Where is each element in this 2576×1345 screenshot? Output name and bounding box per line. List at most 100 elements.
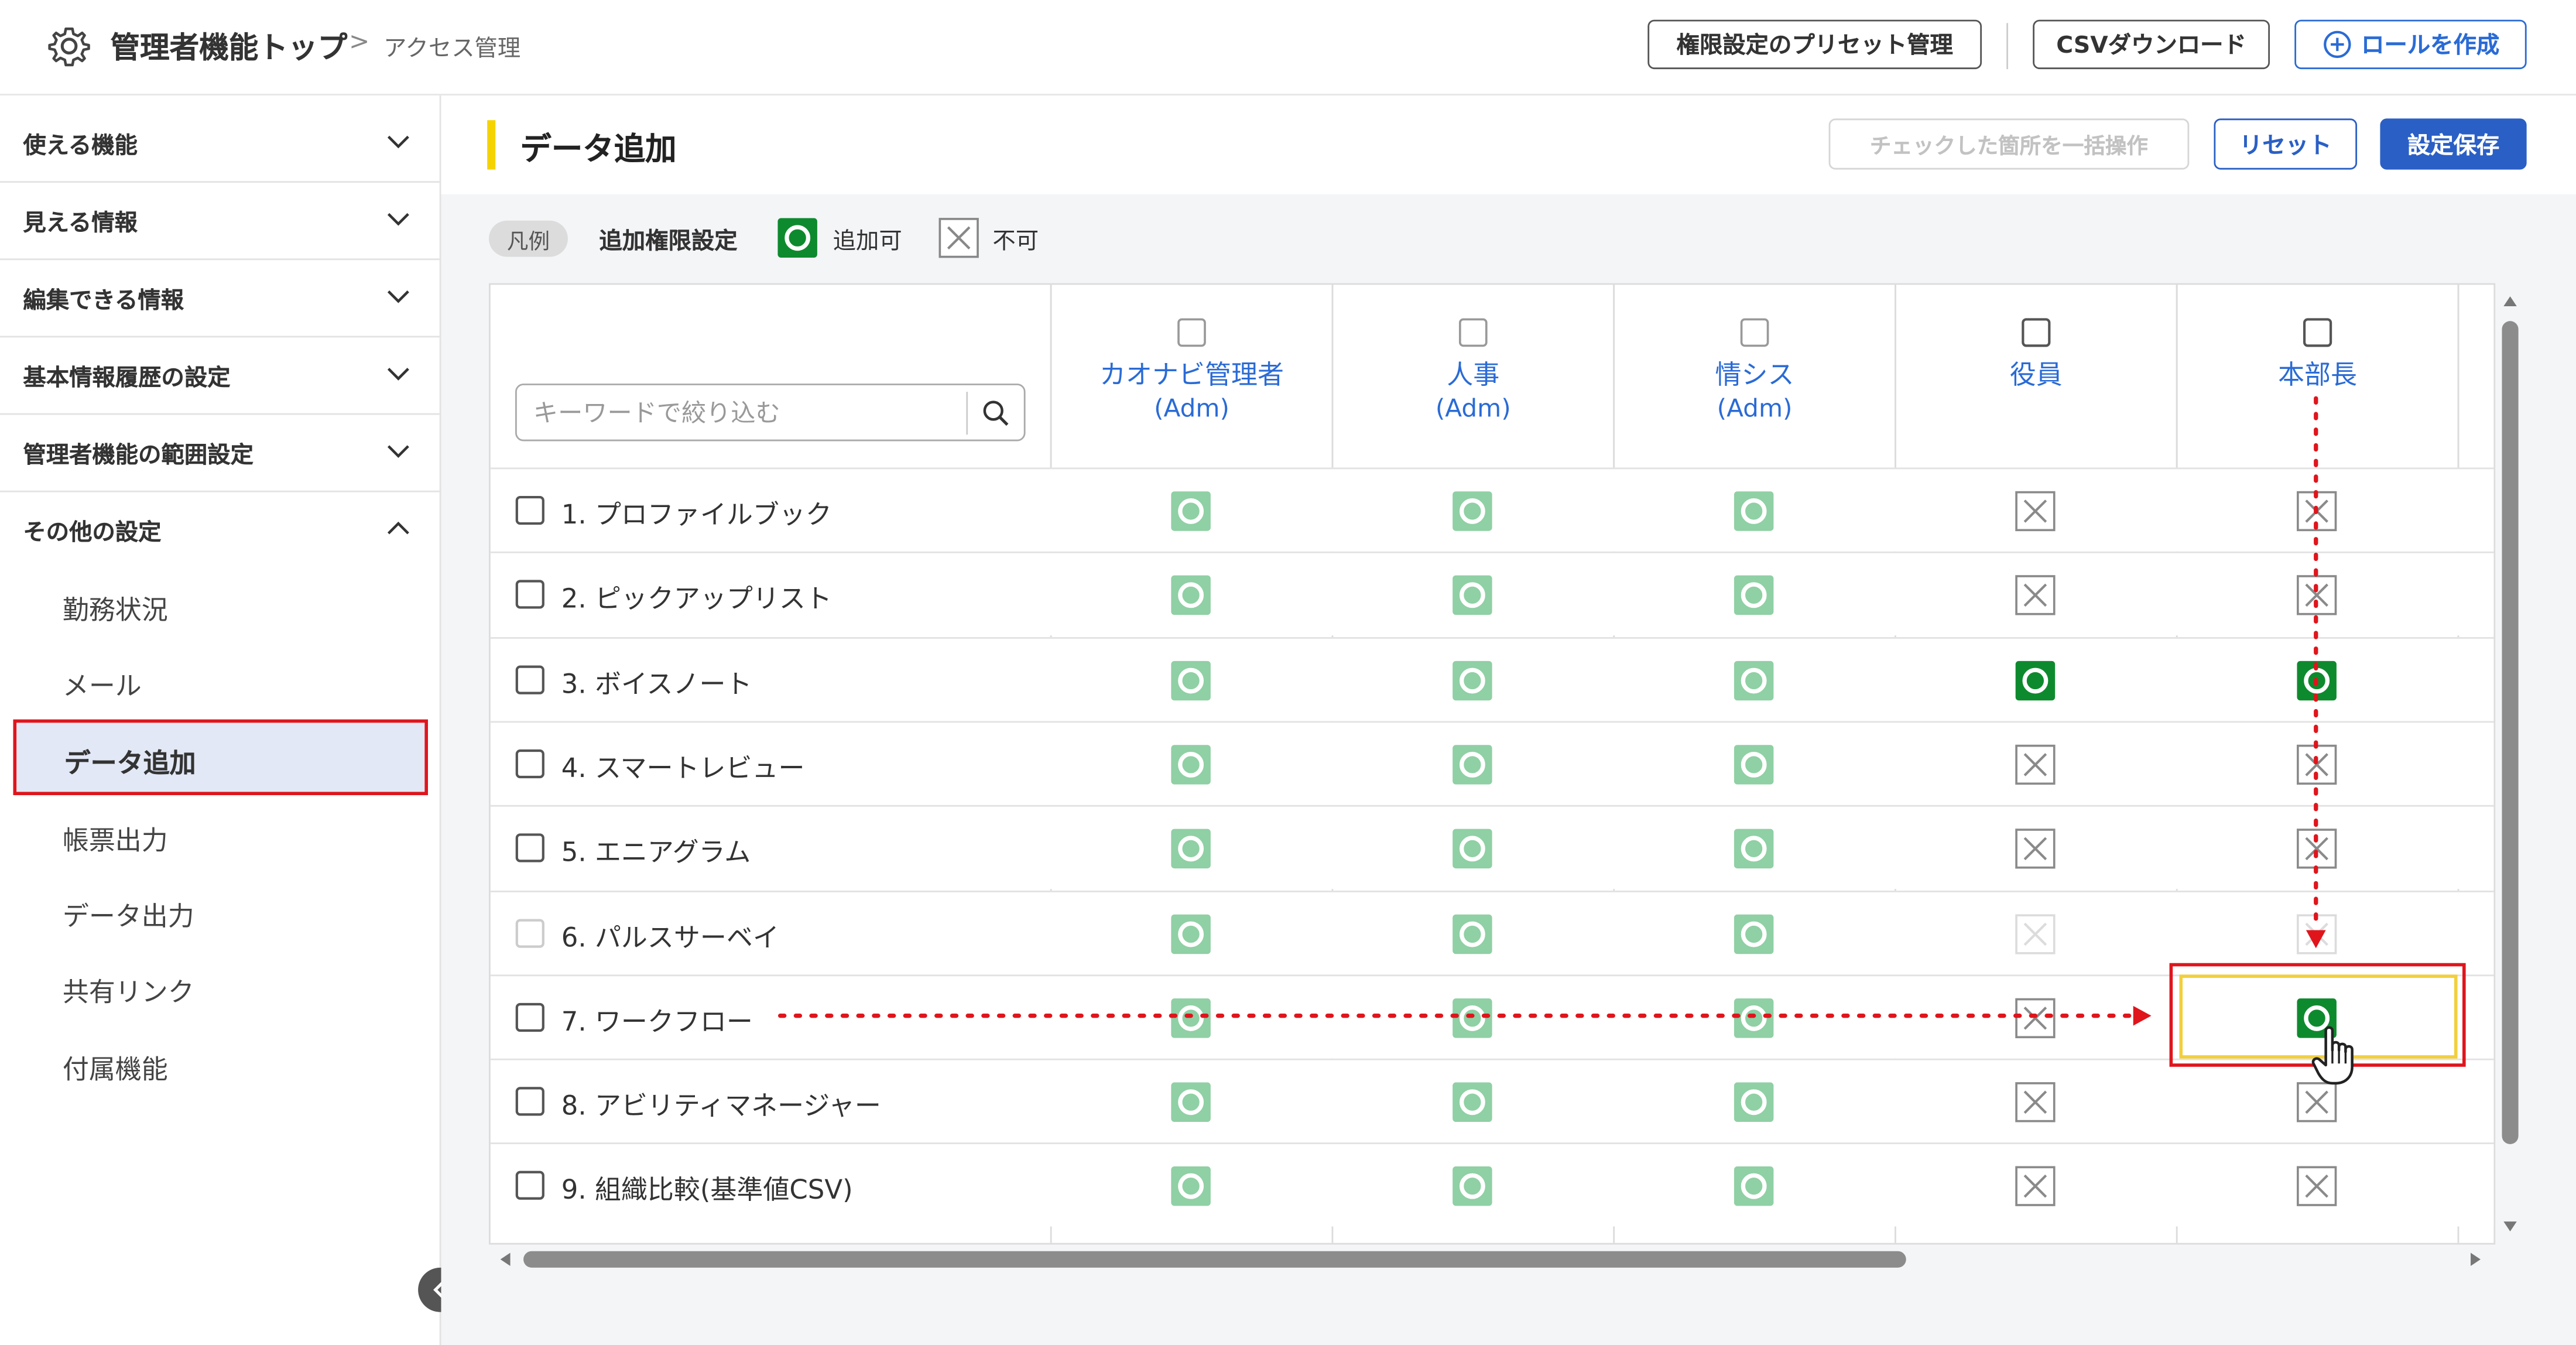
allowed-icon[interactable] xyxy=(1170,997,1211,1038)
row-checkbox[interactable] xyxy=(515,665,545,694)
column-name[interactable]: 情シス xyxy=(1615,352,1895,392)
allowed-icon[interactable] xyxy=(1452,913,1493,954)
allowed-icon[interactable] xyxy=(1452,1166,1493,1207)
sidebar-item-data-output[interactable]: データ出力 xyxy=(63,894,194,933)
sidebar-item-report-output[interactable]: 帳票出力 xyxy=(63,818,168,857)
allowed-icon[interactable] xyxy=(1734,575,1775,616)
denied-icon[interactable] xyxy=(2015,997,2056,1038)
column-checkbox[interactable] xyxy=(1740,318,1770,348)
denied-icon[interactable] xyxy=(2015,575,2056,616)
allowed-icon[interactable] xyxy=(2015,659,2056,700)
column-checkbox[interactable] xyxy=(1177,318,1207,348)
batch-operation-button[interactable]: チェックした箇所を一括操作 xyxy=(1828,118,2190,170)
gear-icon[interactable] xyxy=(46,23,93,69)
sidebar-section-other-settings[interactable]: その他の設定 xyxy=(0,492,440,570)
row-checkbox[interactable] xyxy=(515,833,545,863)
create-role-button[interactable]: ロールを作成 xyxy=(2294,19,2527,70)
search-icon[interactable] xyxy=(981,398,1011,428)
row-checkbox[interactable] xyxy=(515,918,545,947)
keyword-search[interactable] xyxy=(515,384,1026,442)
column-header-next xyxy=(2457,285,2494,468)
permission-table: カオナビ管理者 (Adm) 人事 (Adm) 情シス (Adm) 役員 本部長 … xyxy=(489,283,2496,1245)
row-checkbox[interactable] xyxy=(515,1087,545,1117)
column-name[interactable]: 本部長 xyxy=(2178,352,2458,392)
vertical-scrollbar[interactable] xyxy=(2502,321,2519,1144)
allowed-icon[interactable] xyxy=(1170,744,1211,785)
sidebar-item-shared-link[interactable]: 共有リンク xyxy=(63,970,194,1009)
column-name[interactable]: 人事 xyxy=(1333,352,1613,392)
denied-icon[interactable] xyxy=(2296,744,2337,785)
search-input[interactable] xyxy=(530,392,965,435)
row-checkbox[interactable] xyxy=(515,1171,545,1201)
allowed-icon[interactable] xyxy=(1734,913,1775,954)
row-checkbox[interactable] xyxy=(515,749,545,779)
column-checkbox[interactable] xyxy=(2022,318,2051,348)
scroll-right-arrow-icon[interactable] xyxy=(2464,1248,2487,1271)
sidebar-section-admin-scope[interactable]: 管理者機能の範囲設定 xyxy=(0,415,440,492)
allowed-icon[interactable] xyxy=(1170,913,1211,954)
scroll-down-arrow-icon[interactable] xyxy=(2499,1215,2522,1238)
denied-icon[interactable] xyxy=(2015,829,2056,870)
sidebar-item-data-add[interactable]: データ追加 xyxy=(13,719,428,795)
sidebar-section-label: 使える機能 xyxy=(23,133,138,160)
denied-icon[interactable] xyxy=(2296,575,2337,616)
denied-icon[interactable] xyxy=(2296,1166,2337,1207)
allowed-icon[interactable] xyxy=(1170,1166,1211,1207)
scroll-up-arrow-icon[interactable] xyxy=(2499,290,2522,313)
allowed-icon[interactable] xyxy=(1452,829,1493,870)
denied-icon[interactable] xyxy=(2015,1166,2056,1207)
allowed-icon[interactable] xyxy=(1452,1082,1493,1122)
allowed-icon[interactable] xyxy=(1734,997,1775,1038)
allowed-icon[interactable] xyxy=(1452,659,1493,700)
save-settings-button[interactable]: 設定保存 xyxy=(2380,118,2527,170)
sidebar-item-accessories[interactable]: 付属機能 xyxy=(63,1047,168,1086)
allowed-icon[interactable] xyxy=(1734,744,1775,785)
denied-icon[interactable] xyxy=(2015,1082,2056,1122)
sidebar-section-visible-info[interactable]: 見える情報 xyxy=(0,183,440,261)
csv-download-button[interactable]: CSVダウンロード xyxy=(2033,19,2270,70)
denied-icon[interactable] xyxy=(2296,491,2337,532)
column-name[interactable]: カオナビ管理者 xyxy=(1052,352,1332,392)
allowed-icon[interactable] xyxy=(1170,1082,1211,1122)
allowed-icon[interactable] xyxy=(2296,659,2337,700)
denied-disabled-icon[interactable] xyxy=(2296,913,2337,954)
reset-button[interactable]: リセット xyxy=(2214,118,2358,170)
row-checkbox[interactable] xyxy=(515,580,545,610)
column-checkbox[interactable] xyxy=(2303,318,2332,348)
column-checkbox[interactable] xyxy=(1458,318,1488,348)
allowed-icon[interactable] xyxy=(1452,744,1493,785)
sidebar-section-editable-info[interactable]: 編集できる情報 xyxy=(0,260,440,338)
row-checkbox[interactable] xyxy=(515,495,545,525)
allowed-icon xyxy=(777,218,817,258)
allowed-icon[interactable] xyxy=(1452,997,1493,1038)
denied-icon[interactable] xyxy=(2015,491,2056,532)
allowed-icon[interactable] xyxy=(1452,491,1493,532)
allowed-icon[interactable] xyxy=(1452,575,1493,616)
row-label: 9. 組織比較(基準値CSV) xyxy=(561,1174,853,1206)
sidebar-section-usable-features[interactable]: 使える機能 xyxy=(0,105,440,183)
row-checkbox[interactable] xyxy=(515,1002,545,1032)
allowed-icon[interactable] xyxy=(1170,829,1211,870)
sidebar-item-work-status[interactable]: 勤務状況 xyxy=(63,588,168,627)
column-name[interactable]: 役員 xyxy=(1896,352,2176,392)
allowed-icon[interactable] xyxy=(1734,1166,1775,1207)
scroll-left-arrow-icon[interactable] xyxy=(494,1248,516,1271)
sidebar: 使える機能 見える情報 編集できる情報 基本情報履歴の設定 管理者機能の範囲設定… xyxy=(0,95,441,1345)
allowed-icon[interactable] xyxy=(1734,659,1775,700)
denied-icon[interactable] xyxy=(2296,829,2337,870)
table-row: 6. パルスサーベイ xyxy=(490,889,2494,974)
allowed-icon[interactable] xyxy=(1170,491,1211,532)
denied-disabled-icon[interactable] xyxy=(2015,913,2056,954)
allowed-icon[interactable] xyxy=(1734,829,1775,870)
preset-management-button[interactable]: 権限設定のプリセット管理 xyxy=(1647,19,1982,70)
allowed-icon[interactable] xyxy=(1734,491,1775,532)
sidebar-section-history-settings[interactable]: 基本情報履歴の設定 xyxy=(0,337,440,415)
horizontal-scrollbar[interactable] xyxy=(523,1251,1906,1268)
allowed-icon[interactable] xyxy=(1734,1082,1775,1122)
allowed-icon[interactable] xyxy=(1170,575,1211,616)
row-label: 3. ボイスノート xyxy=(561,668,752,699)
page-title[interactable]: 管理者機能トップ xyxy=(110,25,347,67)
allowed-icon[interactable] xyxy=(1170,659,1211,700)
sidebar-item-mail[interactable]: メール xyxy=(63,663,142,703)
denied-icon[interactable] xyxy=(2015,744,2056,785)
